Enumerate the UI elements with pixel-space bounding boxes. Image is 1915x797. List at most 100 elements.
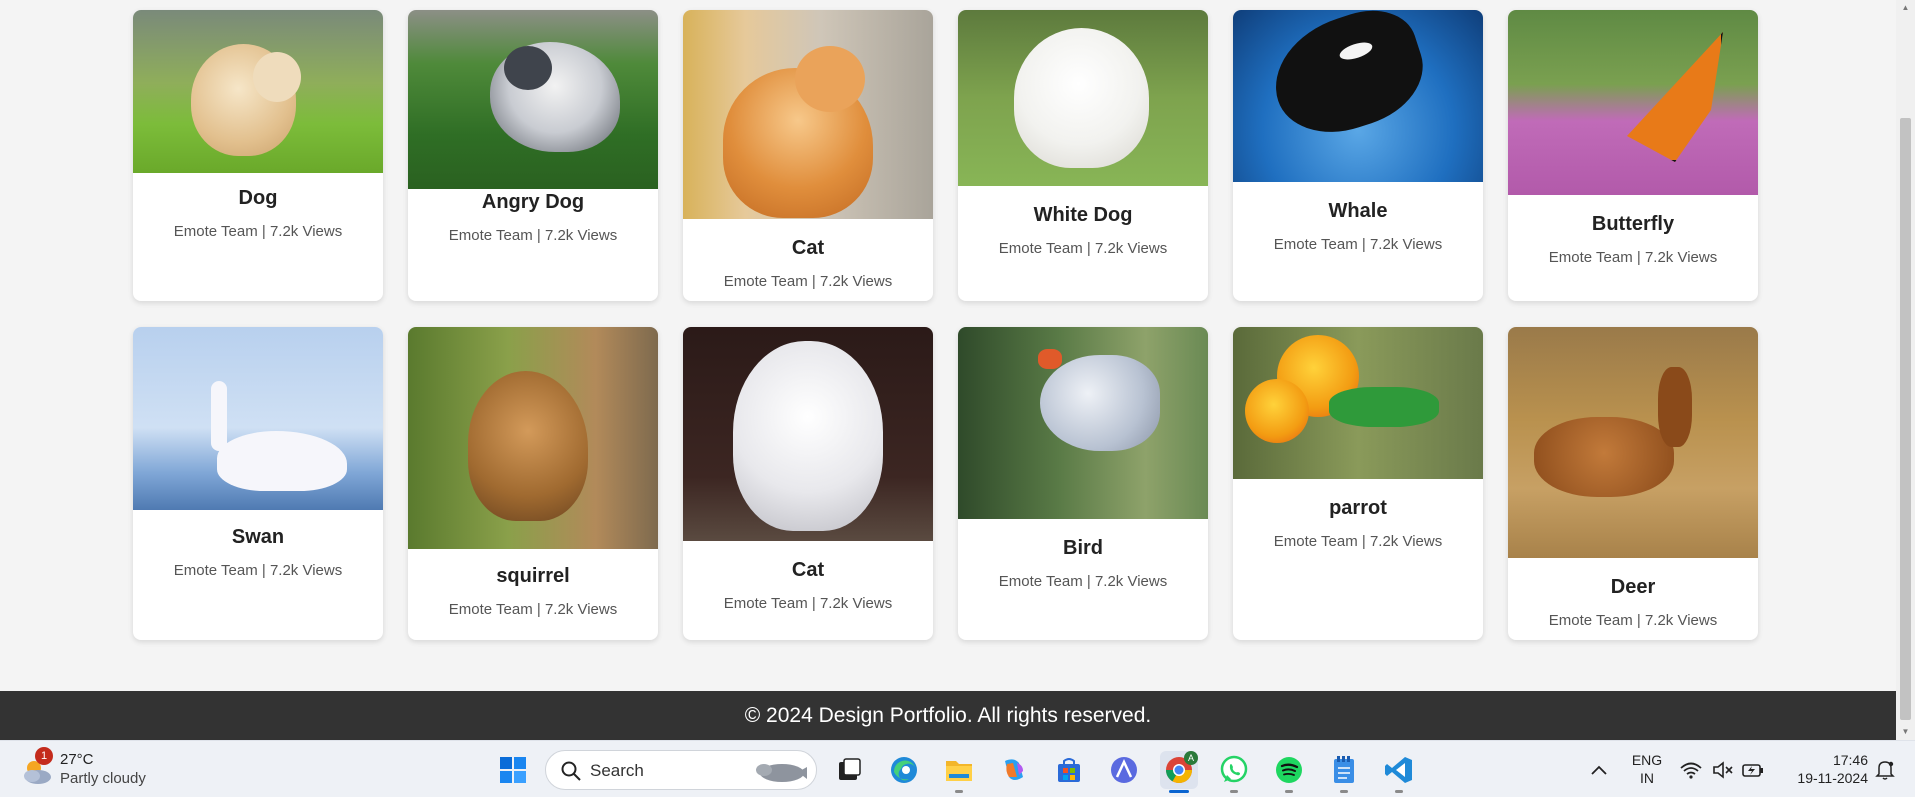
card-meta: Emote Team | 7.2k Views (723, 595, 893, 612)
language-code: ENG (1631, 752, 1663, 768)
card-bird[interactable]: Bird Emote Team | 7.2k Views (958, 327, 1208, 640)
card-title: Whale (1328, 200, 1388, 222)
start-button[interactable] (494, 751, 532, 789)
card-meta: Emote Team | 7.2k Views (448, 601, 618, 618)
task-view-icon (839, 758, 861, 780)
search-label: Search (590, 761, 644, 780)
taskbar-spotify[interactable] (1270, 751, 1308, 789)
weather-condition: Partly cloudy (60, 770, 146, 787)
taskbar-chrome[interactable]: A (1160, 751, 1198, 789)
search-icon (561, 761, 581, 781)
running-indicator (1230, 790, 1238, 793)
card-butterfly[interactable]: Butterfly Emote Team | 7.2k Views (1508, 10, 1758, 301)
card-title: Butterfly (1591, 213, 1675, 235)
copilot-icon (1005, 759, 1023, 780)
card-title: Cat (791, 559, 825, 581)
store-bag-icon (1058, 758, 1080, 782)
running-indicator (1285, 790, 1293, 793)
clock-date: 19-11-2024 (1797, 770, 1868, 786)
card-parrot[interactable]: parrot Emote Team | 7.2k Views (1233, 327, 1483, 640)
running-indicator (1340, 790, 1348, 793)
chevron-up-icon (1591, 765, 1607, 775)
footer-copyright: © 2024 Design Portfolio. All rights rese… (744, 703, 1152, 727)
page-content: Dog Emote Team | 7.2k Views Angry Dog Em… (0, 0, 1896, 691)
wifi-icon (1680, 762, 1702, 779)
scroll-down-arrow-icon[interactable]: ▼ (1896, 724, 1915, 740)
taskbar-edge[interactable] (885, 751, 923, 789)
deer-image (1508, 327, 1758, 558)
card-whale[interactable]: Whale Emote Team | 7.2k Views (1233, 10, 1483, 301)
card-title: Swan (231, 526, 285, 548)
card-meta: Emote Team | 7.2k Views (723, 273, 893, 290)
card-dog[interactable]: Dog Emote Team | 7.2k Views (133, 10, 383, 301)
weather-temperature: 27°C (60, 751, 94, 768)
scroll-up-arrow-icon[interactable]: ▲ (1896, 0, 1915, 16)
running-indicator (1395, 790, 1403, 793)
card-title: Angry Dog (481, 191, 585, 213)
card-title: Cat (791, 237, 825, 259)
vscode-icon (1385, 757, 1412, 783)
card-title: Bird (1063, 537, 1103, 559)
clock-time: 17:46 (1832, 752, 1868, 768)
squirrel-image (408, 327, 658, 549)
scrollbar-thumb[interactable] (1900, 118, 1911, 720)
kitten-image (683, 327, 933, 541)
edge-icon (891, 757, 917, 783)
taskbar-app-a[interactable] (1105, 751, 1143, 789)
weather-widget[interactable]: 1 27°C Partly cloudy (18, 747, 158, 791)
taskbar-whatsapp[interactable] (1215, 751, 1253, 789)
angry-dog-image (408, 10, 658, 189)
taskbar-notepad[interactable] (1325, 751, 1363, 789)
whatsapp-icon (1220, 755, 1248, 783)
notepad-icon (1334, 756, 1354, 783)
cat-image (683, 10, 933, 219)
card-swan[interactable]: Swan Emote Team | 7.2k Views (133, 327, 383, 640)
bell-icon (1875, 761, 1895, 780)
card-meta: Emote Team | 7.2k Views (448, 227, 618, 244)
running-indicator (955, 790, 963, 793)
card-white-dog[interactable]: White Dog Emote Team | 7.2k Views (958, 10, 1208, 301)
language-region: IN (1640, 770, 1654, 786)
wifi-button[interactable] (1674, 751, 1708, 789)
card-meta: Emote Team | 7.2k Views (1548, 249, 1718, 266)
card-meta: Emote Team | 7.2k Views (1273, 236, 1443, 253)
task-view-button[interactable] (830, 751, 868, 789)
folder-icon (946, 761, 972, 781)
card-squirrel[interactable]: squirrel Emote Team | 7.2k Views (408, 327, 658, 640)
butterfly-image (1508, 10, 1758, 195)
spotify-icon (1276, 757, 1302, 783)
card-title: parrot (1329, 497, 1387, 519)
battery-button[interactable] (1736, 751, 1770, 789)
card-meta: Emote Team | 7.2k Views (1273, 533, 1443, 550)
card-deer[interactable]: Deer Emote Team | 7.2k Views (1508, 327, 1758, 640)
volume-button[interactable] (1706, 751, 1740, 789)
windows-taskbar: 1 27°C Partly cloudy Search A ENG IN 17:… (0, 740, 1915, 797)
notification-badge: 1 (35, 747, 53, 765)
card-meta: Emote Team | 7.2k Views (998, 573, 1168, 590)
card-meta: Emote Team | 7.2k Views (173, 562, 343, 579)
app-logo-icon (1111, 757, 1137, 783)
notifications-button[interactable] (1870, 751, 1900, 789)
whale-image (1233, 10, 1483, 182)
language-indicator[interactable]: ENG IN (1626, 751, 1668, 787)
card-meta: Emote Team | 7.2k Views (173, 223, 343, 240)
show-hidden-icons-button[interactable] (1580, 751, 1618, 789)
card-angry-dog[interactable]: Angry Dog Emote Team | 7.2k Views (408, 10, 658, 301)
windows-logo-icon (500, 757, 526, 783)
taskbar-microsoft-store[interactable] (1050, 751, 1088, 789)
card-title: White Dog (1033, 204, 1133, 226)
taskbar-vscode[interactable] (1380, 751, 1418, 789)
card-title: Dog (238, 187, 278, 209)
taskbar-copilot[interactable] (995, 751, 1033, 789)
card-title: Deer (1610, 576, 1656, 598)
taskbar-file-explorer[interactable] (940, 751, 978, 789)
dog-image (133, 10, 383, 173)
card-cat[interactable]: Cat Emote Team | 7.2k Views (683, 10, 933, 301)
card-cat-2[interactable]: Cat Emote Team | 7.2k Views (683, 327, 933, 640)
taskbar-search-box[interactable]: Search (545, 750, 817, 790)
vertical-scrollbar[interactable]: ▲ ▼ (1896, 0, 1915, 740)
clock[interactable]: 17:46 19-11-2024 (1776, 751, 1868, 787)
card-meta: Emote Team | 7.2k Views (998, 240, 1168, 257)
card-meta: Emote Team | 7.2k Views (1548, 612, 1718, 629)
active-indicator (1169, 790, 1189, 793)
